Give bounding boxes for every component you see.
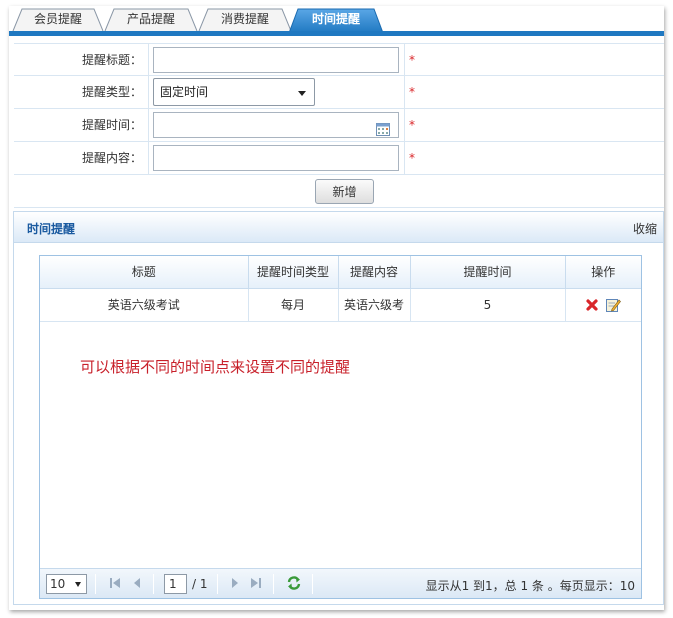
content-field-cell	[149, 142, 405, 174]
form-row-type: 提醒类型： 固定时间 *	[14, 76, 664, 109]
table-row[interactable]: 英语六级考试 每月 英语六级考 5	[40, 288, 641, 322]
type-select[interactable]: 固定时间	[153, 78, 315, 106]
collapse-link[interactable]: 收缩	[633, 220, 657, 237]
cell-title: 英语六级考试	[40, 288, 249, 322]
tab-consumption-reminder[interactable]: 消费提醒	[198, 8, 292, 31]
table-header-row: 标题 提醒时间类型 提醒内容 提醒时间 操作	[40, 256, 641, 289]
pager-separator	[312, 574, 313, 594]
pager-separator	[217, 574, 218, 594]
tab-label: 时间提醒	[311, 12, 360, 26]
time-input[interactable]	[153, 112, 399, 138]
cell-actions	[565, 288, 641, 322]
tab-label: 消费提醒	[220, 12, 269, 26]
pagination-bar: 10 1 / 1 显示从1 到1，总 1 条 。每页显示：10	[40, 568, 641, 598]
chevron-down-icon	[75, 582, 81, 587]
cell-time: 5	[410, 288, 566, 322]
reminder-grid: 标题 提醒时间类型 提醒内容 提醒时间 操作 英语六级考试 每月 英语六级考 5	[39, 255, 642, 599]
cell-content: 英语六级考	[338, 288, 411, 322]
page-size-value: 10	[50, 577, 66, 591]
page-total: / 1	[192, 577, 208, 591]
page-size-select[interactable]: 10	[46, 574, 87, 594]
prev-page-icon[interactable]	[132, 577, 142, 589]
column-header-actions: 操作	[565, 256, 641, 289]
add-button[interactable]: 新增	[315, 179, 374, 204]
last-page-icon[interactable]	[250, 577, 262, 589]
content-input[interactable]	[153, 145, 399, 171]
pagination-info: 显示从1 到1，总 1 条 。每页显示：10	[425, 579, 635, 593]
column-header-title[interactable]: 标题	[40, 256, 249, 289]
required-mark: *	[409, 151, 415, 165]
title-field-cell	[149, 44, 405, 75]
type-select-value: 固定时间	[160, 85, 209, 99]
tab-member-reminder[interactable]: 会员提醒	[12, 8, 104, 31]
panel-header: 时间提醒 收缩	[14, 212, 663, 243]
title-input[interactable]	[153, 47, 399, 73]
type-label: 提醒类型：	[14, 76, 149, 108]
time-field-cell	[149, 109, 405, 141]
required-mark: *	[409, 85, 415, 99]
time-reminder-panel: 时间提醒 收缩 标题 提醒时间类型 提醒内容 提醒时间 操作 英语六级考试 每月…	[13, 211, 664, 605]
next-page-icon[interactable]	[230, 577, 240, 589]
tab-label: 会员提醒	[33, 12, 82, 26]
pager-separator	[273, 574, 274, 594]
chevron-down-icon	[298, 91, 306, 96]
main-frame: 会员提醒 产品提醒 消费提醒 时间提醒 提醒标题： * 提醒类型： 固定时间 *…	[9, 6, 664, 610]
edit-icon[interactable]	[605, 297, 622, 313]
reminder-table: 标题 提醒时间类型 提醒内容 提醒时间 操作 英语六级考试 每月 英语六级考 5	[40, 256, 641, 322]
tab-label: 产品提醒	[126, 12, 175, 26]
refresh-icon[interactable]	[286, 575, 302, 591]
cell-time-type: 每月	[248, 288, 339, 322]
form-row-title: 提醒标题： *	[14, 43, 664, 76]
form-actions: 新增	[14, 175, 664, 208]
current-page-input[interactable]: 1	[164, 574, 187, 594]
content-label: 提醒内容：	[14, 142, 149, 174]
pager-separator	[95, 574, 96, 594]
pager-separator	[153, 574, 154, 594]
time-label: 提醒时间：	[14, 109, 149, 141]
tab-product-reminder[interactable]: 产品提醒	[104, 8, 198, 31]
panel-title: 时间提醒	[27, 222, 76, 236]
tab-time-reminder[interactable]: 时间提醒	[288, 8, 384, 33]
column-header-time[interactable]: 提醒时间	[410, 256, 566, 289]
required-mark: *	[409, 118, 415, 132]
form-row-content: 提醒内容： *	[14, 142, 664, 175]
column-header-content[interactable]: 提醒内容	[338, 256, 411, 289]
calendar-icon[interactable]	[376, 123, 390, 136]
hint-text: 可以根据不同的时间点来设置不同的提醒	[80, 358, 351, 376]
first-page-icon[interactable]	[109, 577, 121, 589]
reminder-form: 提醒标题： * 提醒类型： 固定时间 * 提醒时间： * 提醒内容： * 新增	[14, 43, 664, 208]
tab-underline	[9, 31, 664, 36]
required-mark: *	[409, 53, 415, 67]
tab-bar: 会员提醒 产品提醒 消费提醒 时间提醒	[9, 6, 664, 36]
column-header-time-type[interactable]: 提醒时间类型	[248, 256, 339, 289]
form-row-time: 提醒时间： *	[14, 109, 664, 142]
title-label: 提醒标题：	[14, 44, 149, 75]
delete-icon[interactable]	[585, 298, 599, 312]
type-field-cell: 固定时间	[149, 76, 405, 108]
